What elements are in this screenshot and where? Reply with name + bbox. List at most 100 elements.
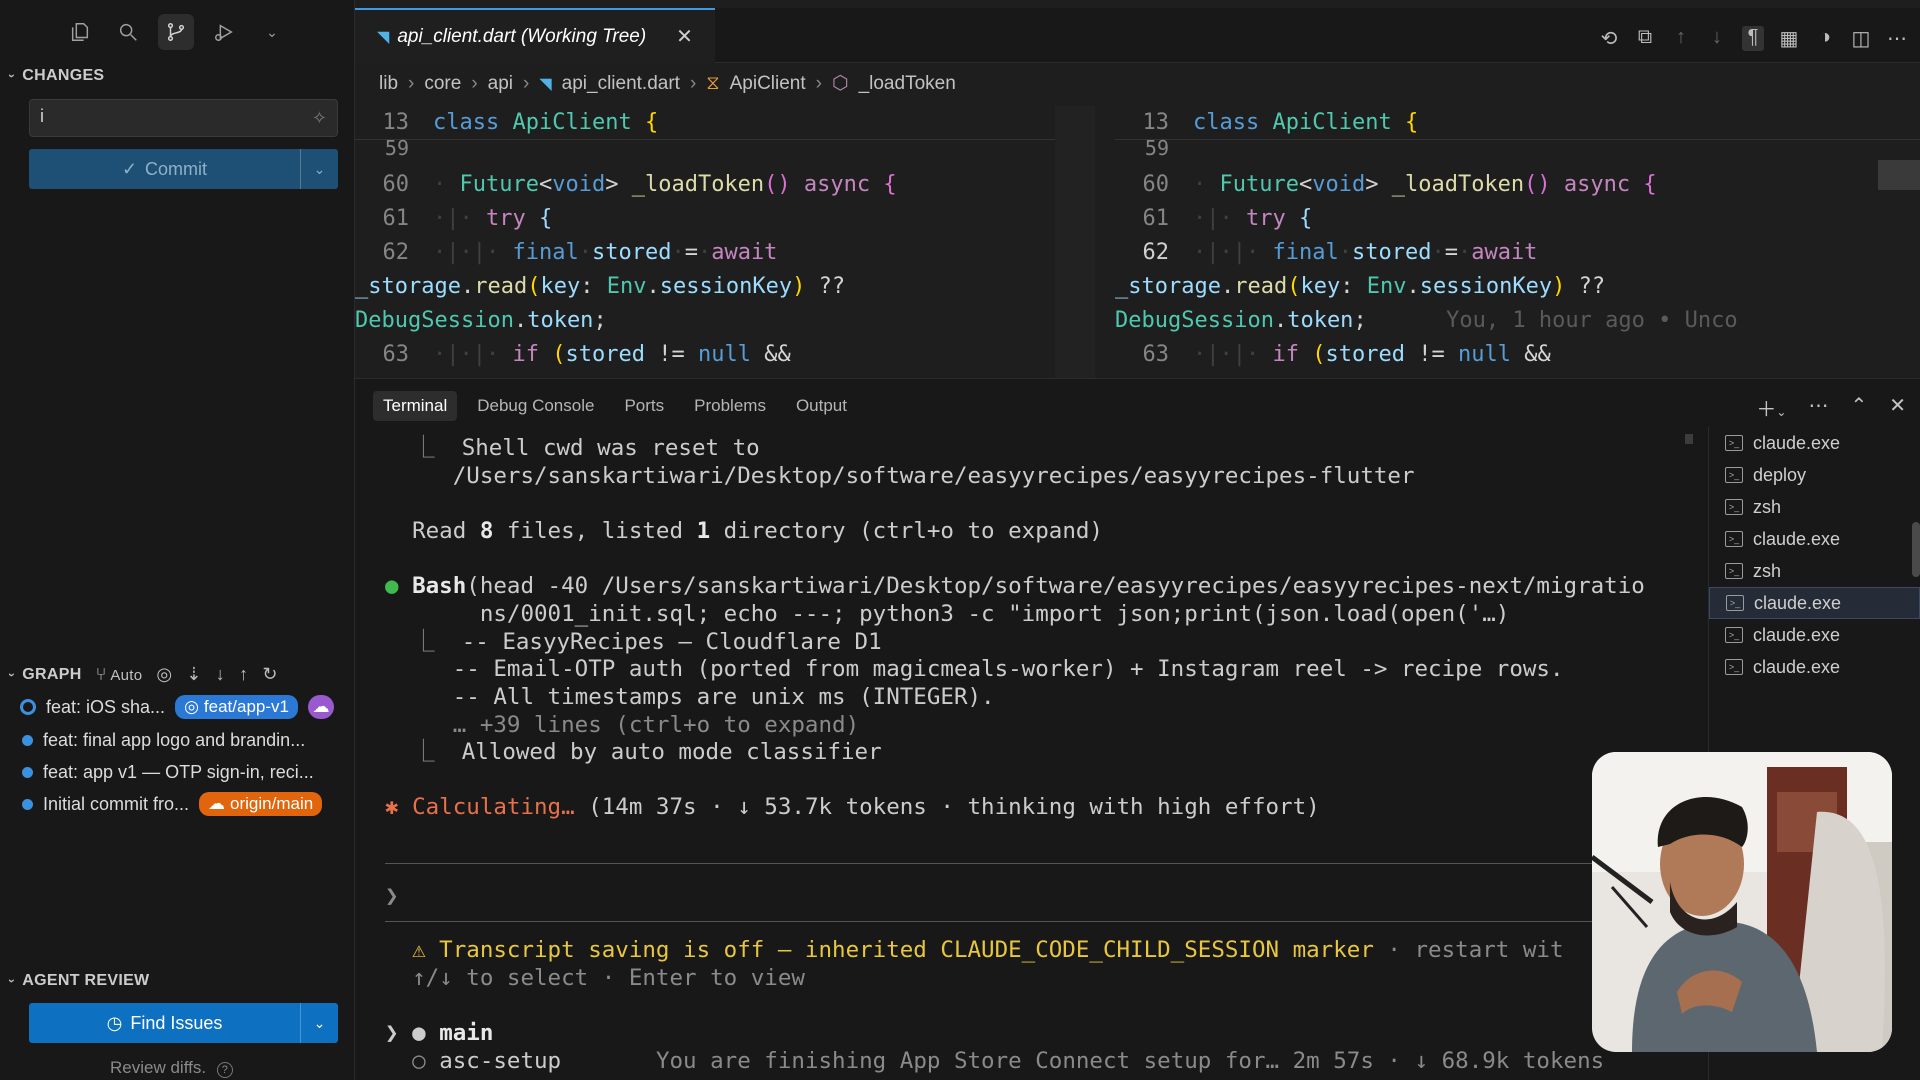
split-editor-icon[interactable]: ◫ xyxy=(1850,26,1872,51)
fetch-icon[interactable]: ⇣ xyxy=(186,664,201,685)
terminal-scrollbar[interactable] xyxy=(1685,434,1693,444)
open-file-icon[interactable]: ⧉ xyxy=(1634,26,1656,51)
run-debug-icon[interactable] xyxy=(206,14,242,50)
terminal-text: Shell cwd was reset to xyxy=(461,435,760,461)
close-panel-icon[interactable]: ✕ xyxy=(1889,393,1906,422)
whitespace-toggle-icon[interactable]: ¶ xyxy=(1742,26,1764,51)
sticky-scroll-line[interactable]: 13 class ApiClient { xyxy=(1115,106,1920,140)
agent-list-item[interactable]: ○ asc-setup You are finishing App Store … xyxy=(385,1047,1604,1075)
commit-button[interactable]: ✓ Commit ⌄ xyxy=(29,149,338,189)
editor-tab-strip: ◥ api_client.dart (Working Tree) ✕ ⟲ ⧉ ↑… xyxy=(355,8,1920,63)
commit-message-input[interactable]: i ✧ xyxy=(29,99,338,137)
diff-gutter-overview[interactable] xyxy=(1055,106,1095,378)
tab-output[interactable]: Output xyxy=(786,391,857,421)
terminal-line: ⎿ -- EasyyRecipes — Cloudflare D1 xyxy=(385,629,882,655)
breadcrumb-item[interactable]: ApiClient xyxy=(730,73,806,95)
find-issues-main[interactable]: ◷ Find Issues xyxy=(29,1003,300,1043)
terminal-list-item[interactable]: >_ claude.exe xyxy=(1709,651,1920,683)
commit-dropdown-chevron-icon[interactable]: ⌄ xyxy=(300,149,338,189)
review-diffs-label: Review diffs. xyxy=(110,1058,207,1077)
graph-commit-row[interactable]: feat: final app logo and brandin... xyxy=(20,725,350,755)
refresh-icon[interactable]: ↻ xyxy=(262,664,277,685)
graph-commit-row[interactable]: feat: app v1 — OTP sign-in, reci... xyxy=(20,757,350,787)
editor-tab-api-client[interactable]: ◥ api_client.dart (Working Tree) ✕ xyxy=(355,8,715,63)
diff-modified-pane[interactable]: 13 class ApiClient { 59 60 · Future<void> … xyxy=(1115,106,1920,378)
breadcrumb-item[interactable]: lib xyxy=(379,73,398,95)
search-icon[interactable] xyxy=(110,14,146,50)
compare-icon[interactable]: ◑ xyxy=(1814,26,1836,51)
chevron-down-icon: › xyxy=(5,672,20,677)
code-line: 61 ·|· try { xyxy=(1115,202,1313,236)
prompt-input[interactable]: ❯ xyxy=(385,882,399,910)
terminal-list-item[interactable]: >_ deploy xyxy=(1709,459,1920,491)
find-issues-button[interactable]: ◷ Find Issues ⌄ xyxy=(29,1003,338,1043)
minimap-icon[interactable]: ▦ xyxy=(1778,26,1800,51)
breadcrumb-item[interactable]: core xyxy=(424,73,461,95)
cloud-icon: ☁ xyxy=(208,794,226,813)
tab-problems[interactable]: Problems xyxy=(684,391,776,421)
previous-change-icon[interactable]: ↑ xyxy=(1670,26,1692,51)
graph-commit-row[interactable]: Initial commit fro... ☁ origin/main xyxy=(20,789,350,819)
maximize-panel-icon[interactable]: ⌃ xyxy=(1850,393,1867,422)
changes-section-header[interactable]: › CHANGES xyxy=(5,67,104,85)
terminal-list-item[interactable]: >_ claude.exe xyxy=(1709,523,1920,555)
branch-badge-remote: ☁ origin/main xyxy=(199,792,323,816)
terminal-text: files, listed xyxy=(493,518,697,544)
close-tab-icon[interactable]: ✕ xyxy=(676,24,693,49)
code-line: _storage.read(key: Env.sessionKey) ?? xyxy=(1115,274,1606,299)
terminal-list-scrollbar[interactable] xyxy=(1912,522,1920,577)
target-icon[interactable]: ◎ xyxy=(156,664,172,685)
agent-list-item[interactable]: ❯ ● main xyxy=(385,1019,493,1047)
terminal-name: claude.exe xyxy=(1753,432,1841,453)
breadcrumb-item[interactable]: _loadToken xyxy=(859,73,956,95)
status-dot-icon: ● xyxy=(385,573,399,599)
terminal-name: claude.exe xyxy=(1753,656,1841,677)
code-line: DebugSession.token; xyxy=(355,308,607,333)
terminal-line: ● Bash(head -40 /Users/sanskartiwari/Des… xyxy=(385,572,1645,600)
terminal-text: ⚠ Transcript saving is off — inherited C… xyxy=(412,937,1374,963)
push-icon[interactable]: ↑ xyxy=(239,664,248,685)
next-change-icon[interactable]: ↓ xyxy=(1706,26,1728,51)
breadcrumb-separator: › xyxy=(408,72,415,94)
pull-icon[interactable]: ↓ xyxy=(216,664,225,685)
graph-toolbar: ⑂ Auto ◎ ⇣ ↓ ↑ ↻ xyxy=(96,664,278,685)
terminal-list-item[interactable]: >_ zsh xyxy=(1709,555,1920,587)
explorer-icon[interactable] xyxy=(62,14,98,50)
terminal-line: ⚠ Transcript saving is off — inherited C… xyxy=(385,936,1563,964)
tab-debug-console[interactable]: Debug Console xyxy=(467,391,604,421)
code-line: 61 ·|· try { xyxy=(355,202,553,236)
graph-mode-label: Auto xyxy=(110,667,143,684)
find-issues-dropdown-chevron-icon[interactable]: ⌄ xyxy=(300,1003,338,1043)
more-actions-icon[interactable]: ⋯ xyxy=(1886,26,1908,51)
diff-original-pane[interactable]: 13 class ApiClient { 59 60 · Future<void> … xyxy=(355,106,1055,378)
more-views-chevron-icon[interactable]: ⌄ xyxy=(254,14,290,50)
minimap-slider[interactable] xyxy=(1878,160,1920,190)
more-actions-icon[interactable]: ⋯ xyxy=(1808,393,1828,422)
breadcrumb-item[interactable]: api_client.dart xyxy=(562,73,680,95)
terminal-list-item-active[interactable]: >_ claude.exe xyxy=(1709,587,1920,619)
agent-review-section-header[interactable]: › AGENT REVIEW xyxy=(5,972,149,990)
code-line: DebugSession.token; You, 1 hour ago • Un… xyxy=(1115,308,1738,333)
chevron-down-icon: › xyxy=(5,73,20,79)
graph-auto-toggle[interactable]: ⑂ Auto xyxy=(96,664,143,685)
tab-ports[interactable]: Ports xyxy=(614,391,674,421)
timeline-history-icon[interactable]: ⟲ xyxy=(1598,26,1620,51)
source-control-icon[interactable] xyxy=(158,14,194,50)
generate-message-sparkle-icon[interactable]: ✧ xyxy=(312,108,327,129)
graph-commit-row[interactable]: feat: iOS sha... ◎ feat/app-v1 ☁ xyxy=(20,692,350,722)
help-icon[interactable]: ? xyxy=(216,1062,233,1078)
line-number: 62 xyxy=(382,240,410,265)
terminal-list-item[interactable]: >_ claude.exe xyxy=(1709,427,1920,459)
terminal-list-item[interactable]: >_ claude.exe xyxy=(1709,619,1920,651)
terminal-text: 1 xyxy=(696,518,711,544)
line-number: 61 xyxy=(1142,206,1170,231)
terminal-list-item[interactable]: >_ zsh xyxy=(1709,491,1920,523)
commit-button-main[interactable]: ✓ Commit xyxy=(29,149,300,189)
tab-terminal[interactable]: Terminal xyxy=(373,391,458,421)
new-terminal-icon[interactable]: ＋⌄ xyxy=(1756,393,1786,422)
graph-section-header[interactable]: › GRAPH ⑂ Auto ◎ ⇣ ↓ ↑ ↻ xyxy=(5,664,350,685)
sticky-scroll-line[interactable]: 13 class ApiClient { xyxy=(355,106,1055,140)
breadcrumb-item[interactable]: api xyxy=(488,73,513,95)
terminal-text: ↑/↓ to select · Enter to view xyxy=(412,965,805,991)
terminal-line: Read 8 files, listed 1 directory (ctrl+o… xyxy=(385,517,1103,545)
